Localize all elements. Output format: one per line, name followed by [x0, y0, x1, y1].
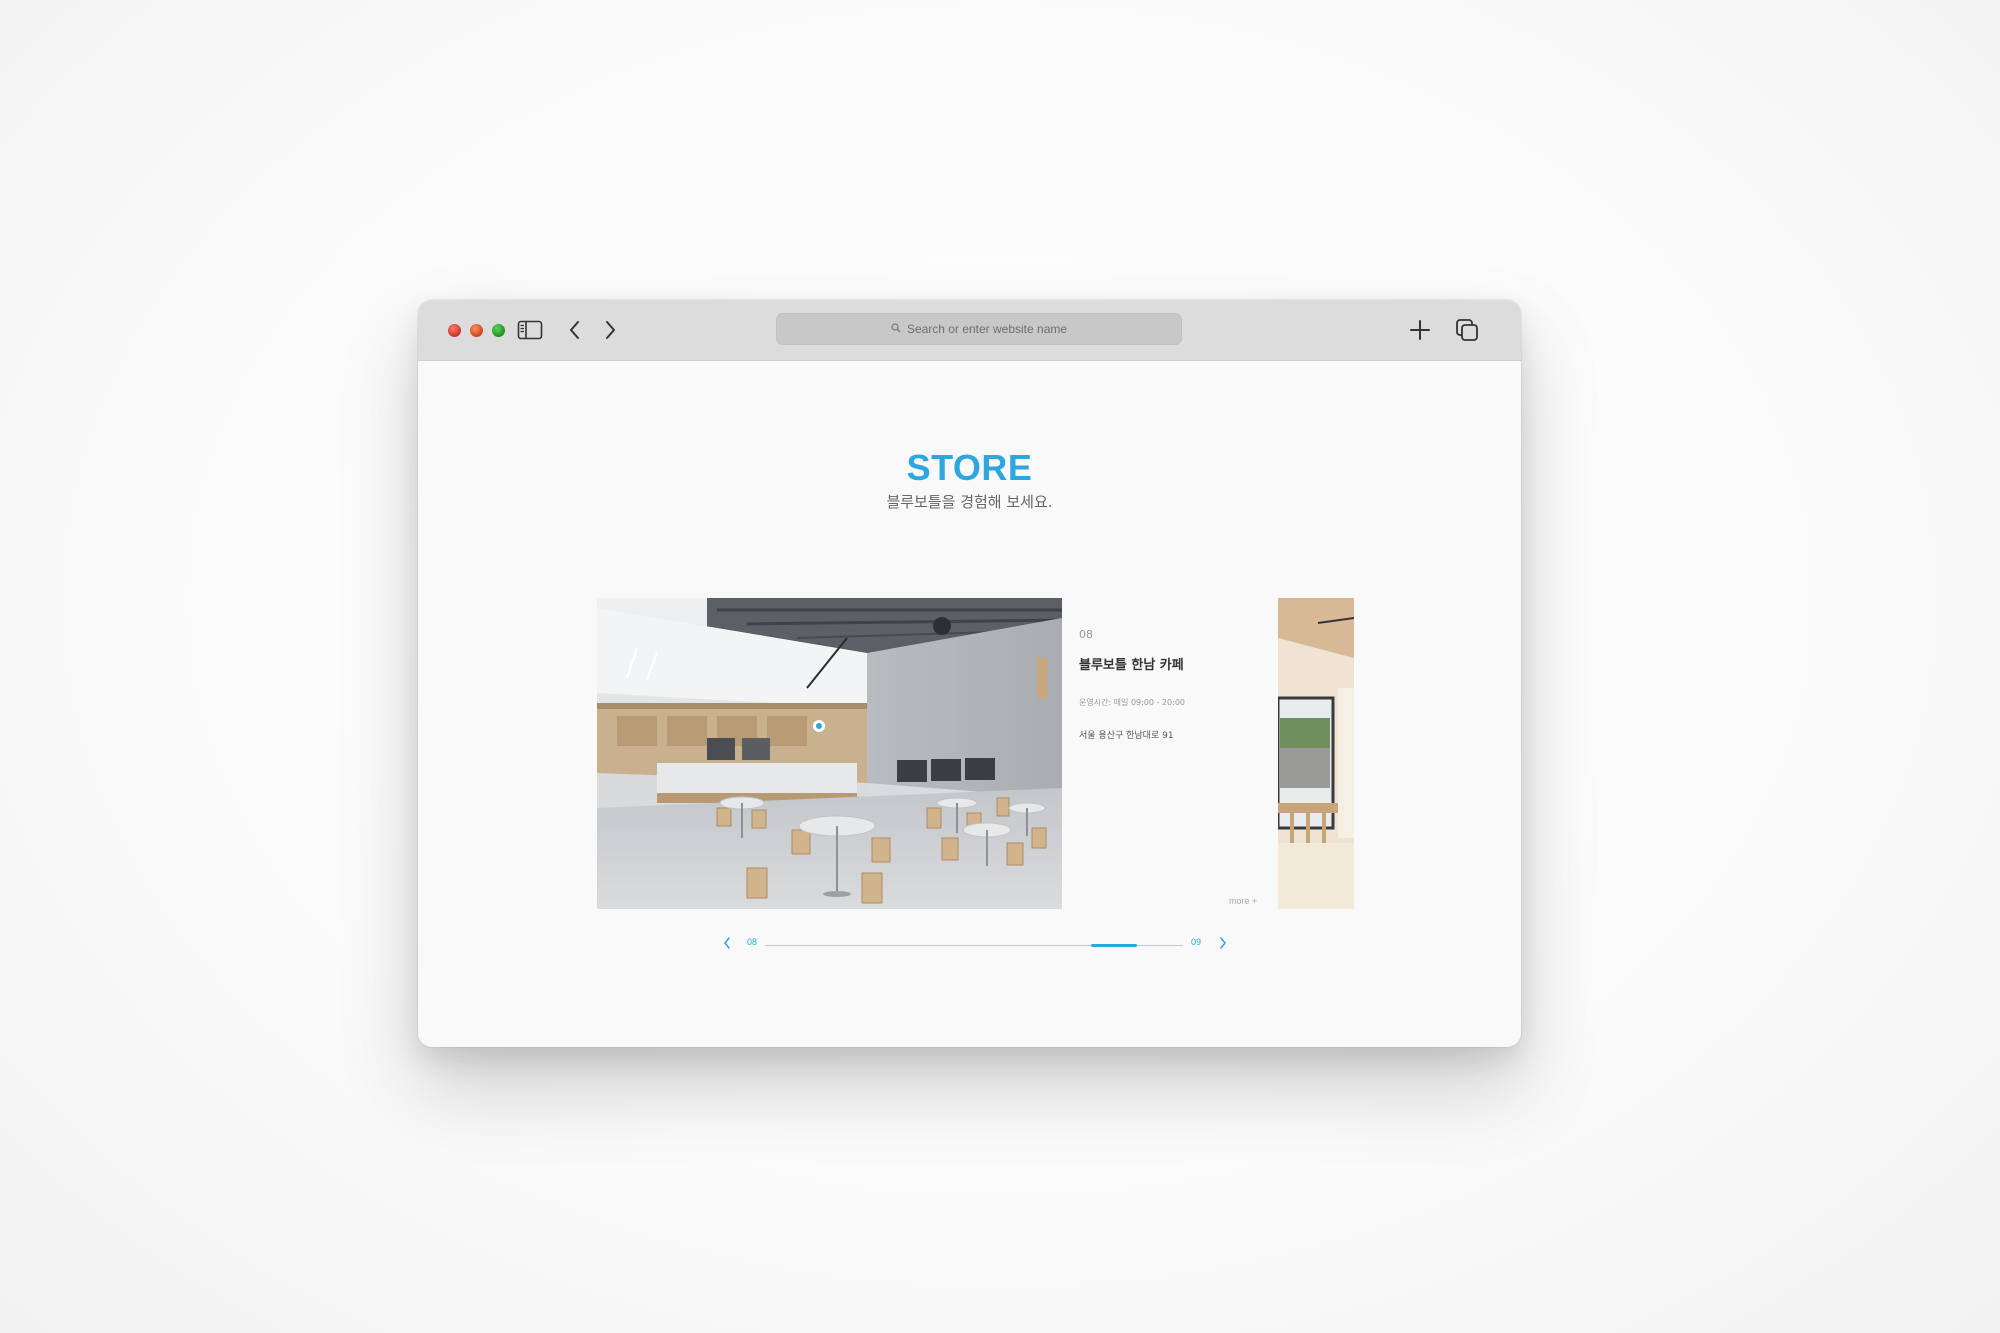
forward-chevron-icon[interactable] [596, 316, 624, 344]
slider-current-number: 08 [747, 937, 758, 947]
page-subtitle: 블루보틀을 경험해 보세요. [886, 493, 1053, 511]
maximize-window-button[interactable] [492, 324, 505, 337]
slider-next-icon[interactable] [1216, 936, 1230, 950]
page-title: STORE [906, 447, 1033, 488]
store-address: 서울 용산구 한남대로 91 [1079, 731, 1174, 741]
page-content: STORE 블루보틀을 경험해 보세요. 08 블루보틀 한남 카페 운영시간:… [418, 361, 1521, 1047]
slider-progress [1091, 944, 1137, 947]
sidebar-icon[interactable] [516, 316, 544, 344]
slider-prev-icon[interactable] [720, 936, 734, 950]
address-bar[interactable]: Search or enter website name [776, 313, 1182, 345]
search-icon [891, 322, 901, 336]
new-tab-plus-icon[interactable] [1406, 316, 1434, 344]
browser-window: Search or enter website name STORE 블루보틀을… [418, 300, 1521, 1047]
address-placeholder: Search or enter website name [906, 322, 1068, 336]
store-info-panel: 08 블루보틀 한남 카페 운영시간: 매일 09:00 - 20:00 서울 … [1079, 598, 1269, 909]
backdrop: Search or enter website name STORE 블루보틀을… [0, 0, 2000, 1333]
close-window-button[interactable] [448, 324, 461, 337]
slider-track[interactable] [765, 944, 1183, 947]
store-photo[interactable] [597, 598, 1062, 909]
store-hours: 운영시간: 매일 09:00 - 20:00 [1079, 698, 1186, 707]
minimize-window-button[interactable] [470, 324, 483, 337]
tabs-overview-icon[interactable] [1453, 316, 1481, 344]
more-link[interactable]: more + [1229, 896, 1257, 906]
store-name: 블루보틀 한남 카페 [1079, 658, 1184, 673]
next-store-photo[interactable] [1278, 598, 1354, 909]
slider-total-number: 09 [1191, 937, 1202, 947]
browser-toolbar: Search or enter website name [418, 300, 1521, 361]
store-number: 08 [1079, 628, 1093, 641]
back-chevron-icon[interactable] [561, 316, 589, 344]
